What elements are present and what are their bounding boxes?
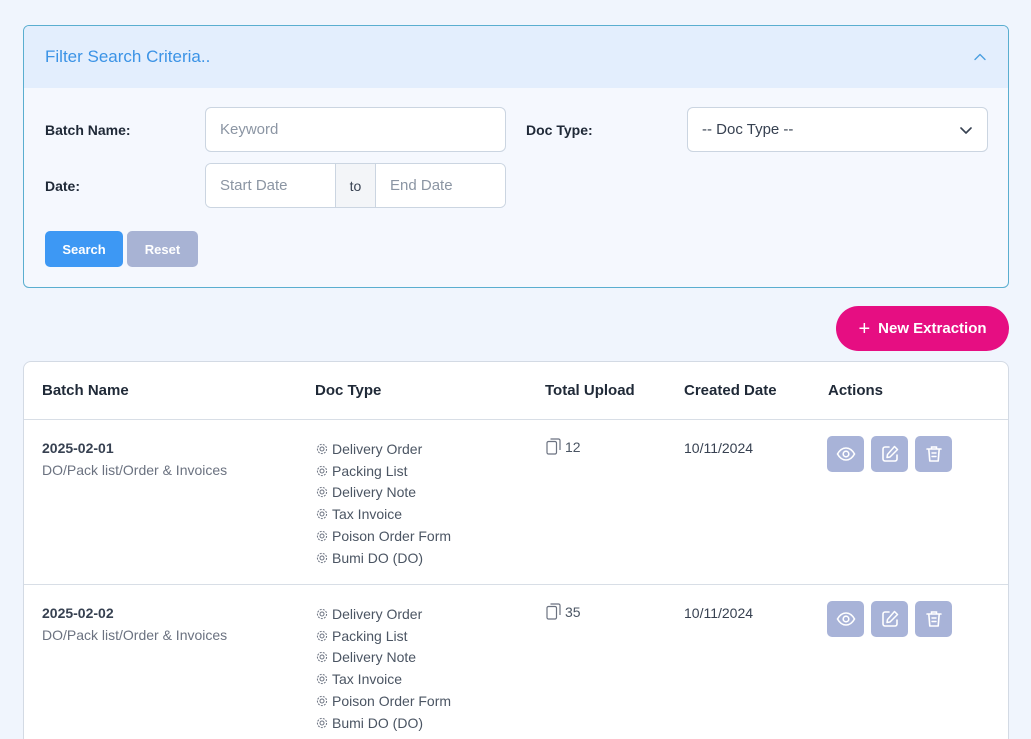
- edit-icon: [881, 610, 898, 627]
- date-range: to: [205, 163, 506, 208]
- filter-title: Filter Search Criteria..: [45, 47, 211, 66]
- doc-type-item: Delivery Note: [315, 482, 451, 504]
- doc-type-item: Packing List: [315, 625, 451, 647]
- plus-icon: +: [858, 317, 871, 340]
- gear-icon: [316, 674, 328, 685]
- end-date-input[interactable]: [376, 164, 505, 207]
- view-button[interactable]: [827, 436, 864, 472]
- batch-description: DO/Pack list/Order & Invoices: [42, 462, 228, 478]
- chevron-up-icon[interactable]: [973, 50, 987, 64]
- gear-icon: [316, 487, 328, 498]
- batch-table: Batch Name Doc Type Total Upload Created…: [23, 361, 1009, 739]
- eye-icon: [836, 612, 855, 626]
- doc-type-item: Delivery Note: [315, 647, 451, 669]
- doc-type-item: Poison Order Form: [315, 525, 451, 547]
- doc-type-item: Delivery Order: [315, 438, 451, 460]
- doc-type-label: Doc Type:: [526, 122, 593, 138]
- gear-icon: [316, 695, 328, 707]
- new-extraction-label: New Extraction: [878, 320, 987, 337]
- reset-button[interactable]: Reset: [127, 231, 198, 267]
- copy-icon: [546, 438, 561, 455]
- copy-icon: [546, 603, 561, 620]
- gear-icon: [316, 443, 328, 454]
- delete-button[interactable]: [915, 601, 952, 637]
- new-extraction-button[interactable]: + New Extraction: [836, 306, 1009, 351]
- row-actions: [827, 601, 952, 637]
- doc-type-item: Delivery Order: [315, 603, 451, 625]
- chevron-down-icon: [960, 126, 972, 134]
- gear-icon: [316, 509, 328, 520]
- gear-icon: [316, 630, 328, 641]
- total-upload: 12: [546, 438, 581, 455]
- batch-name: 2025-02-02: [42, 605, 114, 621]
- gear-icon: [316, 530, 328, 542]
- doc-type-list: Delivery Order Packing List Delivery Not…: [315, 603, 451, 734]
- date-label: Date:: [45, 178, 81, 194]
- total-upload: 35: [546, 603, 581, 620]
- edit-button[interactable]: [871, 436, 908, 472]
- row-actions: [827, 436, 952, 472]
- edit-button[interactable]: [871, 601, 908, 637]
- column-header-batch-name: Batch Name: [42, 382, 129, 399]
- column-header-total-upload: Total Upload: [545, 382, 635, 399]
- created-date: 10/11/2024: [684, 605, 754, 621]
- batch-name-label: Batch Name:: [45, 122, 131, 138]
- eye-icon: [836, 447, 855, 461]
- edit-icon: [881, 445, 898, 462]
- column-header-created-date: Created Date: [684, 382, 777, 399]
- created-date: 10/11/2024: [684, 440, 754, 456]
- doc-type-list: Delivery Order Packing List Delivery Not…: [315, 438, 451, 569]
- start-date-input[interactable]: [206, 164, 335, 207]
- batch-name-input[interactable]: [205, 107, 506, 152]
- gear-icon: [316, 552, 328, 563]
- trash-icon: [925, 446, 942, 462]
- filter-panel: Filter Search Criteria.. Batch Name: Doc…: [23, 25, 1009, 288]
- date-to-label: to: [335, 164, 376, 207]
- filter-header[interactable]: Filter Search Criteria..: [24, 26, 1008, 88]
- trash-icon: [925, 611, 942, 627]
- table-row: 2025-02-01 DO/Pack list/Order & Invoices…: [24, 420, 1008, 585]
- doc-type-item: Poison Order Form: [315, 690, 451, 712]
- batch-cell: 2025-02-02 DO/Pack list/Order & Invoices: [42, 605, 227, 643]
- batch-description: DO/Pack list/Order & Invoices: [42, 627, 228, 643]
- doc-type-selected: -- Doc Type --: [702, 121, 794, 138]
- doc-type-item: Tax Invoice: [315, 668, 451, 690]
- doc-type-item: Packing List: [315, 460, 451, 482]
- view-button[interactable]: [827, 601, 864, 637]
- doc-type-item: Tax Invoice: [315, 503, 451, 525]
- doc-type-item: Bumi DO (DO): [315, 547, 451, 569]
- batch-name: 2025-02-01: [42, 440, 114, 456]
- doc-type-item: Bumi DO (DO): [315, 712, 451, 734]
- gear-icon: [316, 465, 328, 476]
- gear-icon: [316, 608, 328, 619]
- delete-button[interactable]: [915, 436, 952, 472]
- batch-cell: 2025-02-01 DO/Pack list/Order & Invoices: [42, 440, 227, 478]
- table-row: 2025-02-02 DO/Pack list/Order & Invoices…: [24, 585, 1008, 739]
- doc-type-select[interactable]: -- Doc Type --: [687, 107, 988, 152]
- gear-icon: [316, 717, 328, 728]
- column-header-actions: Actions: [828, 382, 884, 399]
- gear-icon: [316, 652, 328, 663]
- table-header: Batch Name Doc Type Total Upload Created…: [24, 362, 1008, 420]
- column-header-doc-type: Doc Type: [315, 382, 382, 399]
- search-button[interactable]: Search: [45, 231, 123, 267]
